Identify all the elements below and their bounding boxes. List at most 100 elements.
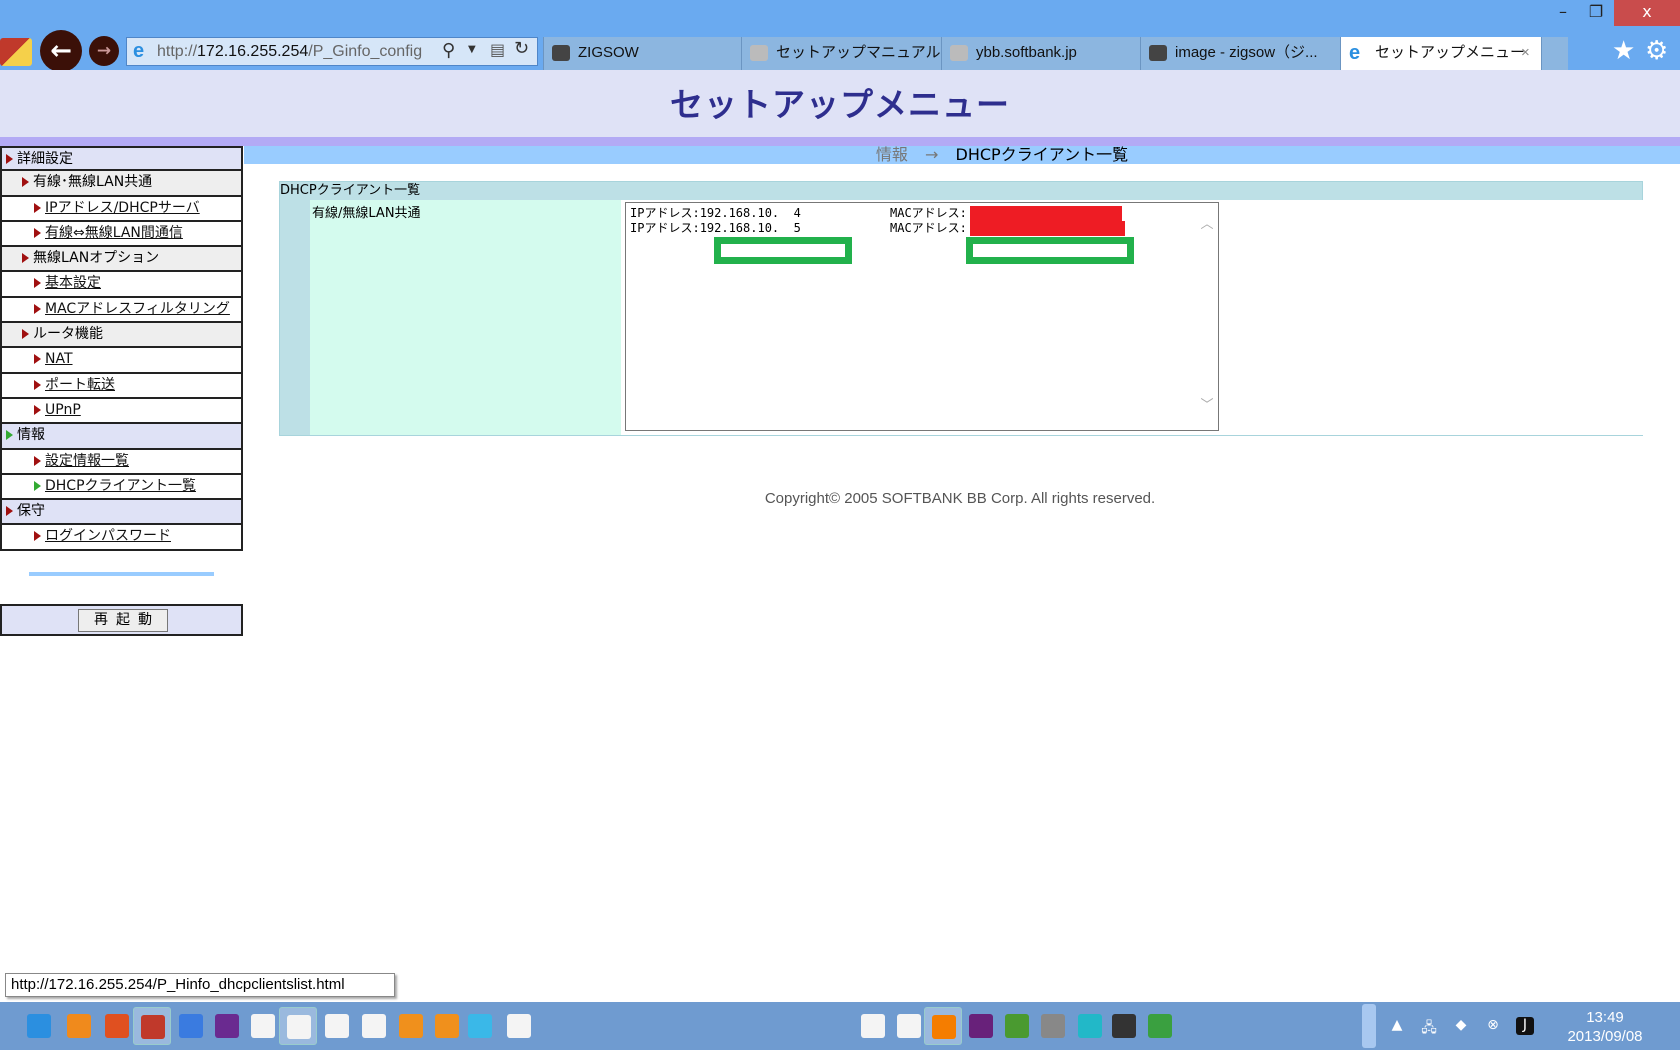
cyan-app-icon [1078, 1014, 1102, 1038]
client-row: IPアドレス:192.168.10. 5 MACアドレス: [630, 221, 1214, 236]
ip-label: IPアドレス: [630, 221, 700, 235]
close-tab-icon[interactable]: × [1521, 37, 1530, 69]
dropbox-icon[interactable]: ◆ [1452, 1017, 1470, 1035]
taskbar-app-media-player[interactable] [60, 1007, 98, 1045]
sidebar-item-label[interactable]: 設定情報一覧 [45, 453, 129, 469]
blue-app-icon [897, 1014, 921, 1038]
breadcrumb: 情報 → DHCPクライアント一覧 [244, 146, 1680, 164]
address-bar[interactable]: e http://172.16.255.254/P_Ginfo_config [126, 37, 538, 66]
highlight-box [714, 237, 852, 264]
triangle-bullet-icon [34, 354, 41, 365]
sidebar-item: 無線LANオプション [0, 247, 243, 273]
tab-label: セットアップマニュアル（Y... [776, 44, 941, 61]
taskbar-app-cyan-app[interactable] [1071, 1007, 1109, 1045]
taskbar-app-windows-blue[interactable] [461, 1007, 499, 1045]
taskbar-app-puzzle[interactable] [133, 1007, 171, 1045]
taskbar-app-goo[interactable] [854, 1007, 892, 1045]
google-icon [179, 1014, 203, 1038]
windows-icon [215, 1014, 239, 1038]
scroll-up-icon[interactable]: ︿ [1198, 217, 1216, 232]
tab-label: ybb.softbank.jp [976, 44, 1077, 61]
sidebar-item-label[interactable]: ログインパスワード [45, 528, 171, 544]
store-icon [105, 1014, 129, 1038]
taskbar-app-pen[interactable] [1105, 1007, 1143, 1045]
sidebar-item-label[interactable]: 有線⇔無線LAN間通信 [45, 225, 183, 241]
sidebar-item[interactable]: NAT [0, 348, 243, 374]
sidebar-item[interactable]: 設定情報一覧 [0, 449, 243, 475]
back-button[interactable]: ← [40, 30, 82, 72]
sidebar-item-label[interactable]: 基本設定 [45, 275, 101, 291]
minimize-button[interactable]: – [1548, 0, 1578, 26]
taskbar-app-blue-app[interactable] [890, 1007, 928, 1045]
address-scheme: http:// [157, 43, 198, 60]
sidebar-item[interactable]: MACアドレスフィルタリング [0, 297, 243, 324]
tab-label: セットアップメニュー [1375, 44, 1526, 61]
new-tab-button[interactable] [1541, 37, 1568, 70]
sidebar-item[interactable]: 基本設定 [0, 272, 243, 298]
sidebar-item[interactable]: ポート転送 [0, 373, 243, 399]
tab-label: ZIGSOW [578, 44, 639, 61]
tab-zigsow[interactable]: ZIGSOW [543, 37, 741, 70]
forward-button[interactable]: → [89, 36, 119, 66]
triangle-bullet-icon [6, 506, 13, 517]
sidebar-item-label[interactable]: MACアドレスフィルタリング [45, 301, 230, 317]
sidebar-item-label: 情報 [17, 427, 45, 444]
tab-setup-manual[interactable]: セットアップマニュアル（Y... [741, 37, 941, 70]
taskbar-app-store[interactable] [98, 1007, 136, 1045]
taskbar-scroller[interactable] [1362, 1004, 1376, 1048]
triangle-bullet-icon [34, 379, 41, 390]
taskbar-app-mail[interactable] [500, 1007, 538, 1045]
taskbar-app-ie[interactable] [20, 1007, 58, 1045]
sidebar-item[interactable]: IPアドレス/DHCPサーバ [0, 196, 243, 222]
mac-label: MACアドレス: [890, 221, 967, 236]
clock[interactable]: 13:49 2013/09/08 [1540, 1008, 1670, 1046]
close-circle-icon[interactable]: ⊗ [1484, 1017, 1502, 1035]
taskbar-app-blogger[interactable] [924, 1007, 962, 1045]
mac-redaction [970, 221, 1125, 236]
sidebar-item-label[interactable]: NAT [45, 351, 73, 367]
show-hidden-icons[interactable]: ▲ [1388, 1017, 1406, 1035]
client-list-textarea[interactable]: IPアドレス:192.168.10. 4 MACアドレス: IPアドレス:192.… [625, 202, 1219, 431]
sidebar-item-label[interactable]: ポート転送 [45, 377, 115, 393]
sidebar-item: ルータ機能 [0, 323, 243, 349]
sidebar-item[interactable]: UPnP [0, 398, 243, 425]
favorites-star-icon[interactable]: ★ [1612, 36, 1635, 66]
page-icon [750, 45, 768, 61]
sidebar-item-label[interactable]: UPnP [45, 402, 81, 418]
tab-setup-menu[interactable]: e セットアップメニュー × [1340, 37, 1541, 70]
gear-icon[interactable]: ⚙ [1645, 36, 1668, 66]
puzzle-icon [141, 1015, 165, 1039]
dropdown-icon[interactable]: ▼ [468, 44, 476, 55]
triangle-bullet-icon [34, 531, 41, 542]
restart-button[interactable]: 再起動 [78, 609, 168, 632]
taskbar-app-green-character[interactable] [1141, 1007, 1179, 1045]
network-icon[interactable]: 🖧 [1420, 1017, 1438, 1036]
taskbar-app-windows[interactable] [208, 1007, 246, 1045]
scroll-down-icon[interactable]: ﹀ [1198, 398, 1216, 413]
app-red-icon [251, 1014, 275, 1038]
app-tray-icon[interactable]: J [1516, 1017, 1534, 1035]
compatibility-icon[interactable]: ▤ [490, 40, 505, 59]
sidebar-item-label: 詳細設定 [17, 151, 73, 167]
tab-image-zigsow[interactable]: image - zigsow（ジ... [1140, 37, 1340, 70]
taskbar-app-windows-orb[interactable] [998, 1007, 1036, 1045]
sidebar-item-label[interactable]: IPアドレス/DHCPサーバ [45, 200, 200, 216]
sidebar-item[interactable]: ログインパスワード [0, 525, 243, 551]
search-icon[interactable]: ⚲ [442, 40, 455, 61]
taskbar-app-bing[interactable] [392, 1007, 430, 1045]
window-close-button[interactable]: x [1614, 0, 1680, 26]
row-value: IPアドレス:192.168.10. 4 MACアドレス: IPアドレス:192.… [621, 200, 1643, 435]
taskbar-app-microphone[interactable] [1034, 1007, 1072, 1045]
taskbar-app-visual-studio[interactable] [962, 1007, 1000, 1045]
tab-ybb[interactable]: ybb.softbank.jp [941, 37, 1140, 70]
taskbar-app-app-red[interactable] [244, 1007, 282, 1045]
ip-value: 192.168.10. 5 [699, 221, 801, 235]
sidebar-item[interactable]: 有線⇔無線LAN間通信 [0, 221, 243, 248]
taskbar-app-google[interactable] [172, 1007, 210, 1045]
restore-button[interactable]: ❐ [1580, 0, 1612, 26]
taskbar-app-youtube[interactable] [279, 1007, 317, 1045]
taskbar-app-yahoo[interactable] [318, 1007, 356, 1045]
refresh-icon[interactable]: ↻ [514, 38, 529, 59]
taskbar-app-green-app[interactable] [355, 1007, 393, 1045]
triangle-bullet-icon [34, 227, 41, 238]
